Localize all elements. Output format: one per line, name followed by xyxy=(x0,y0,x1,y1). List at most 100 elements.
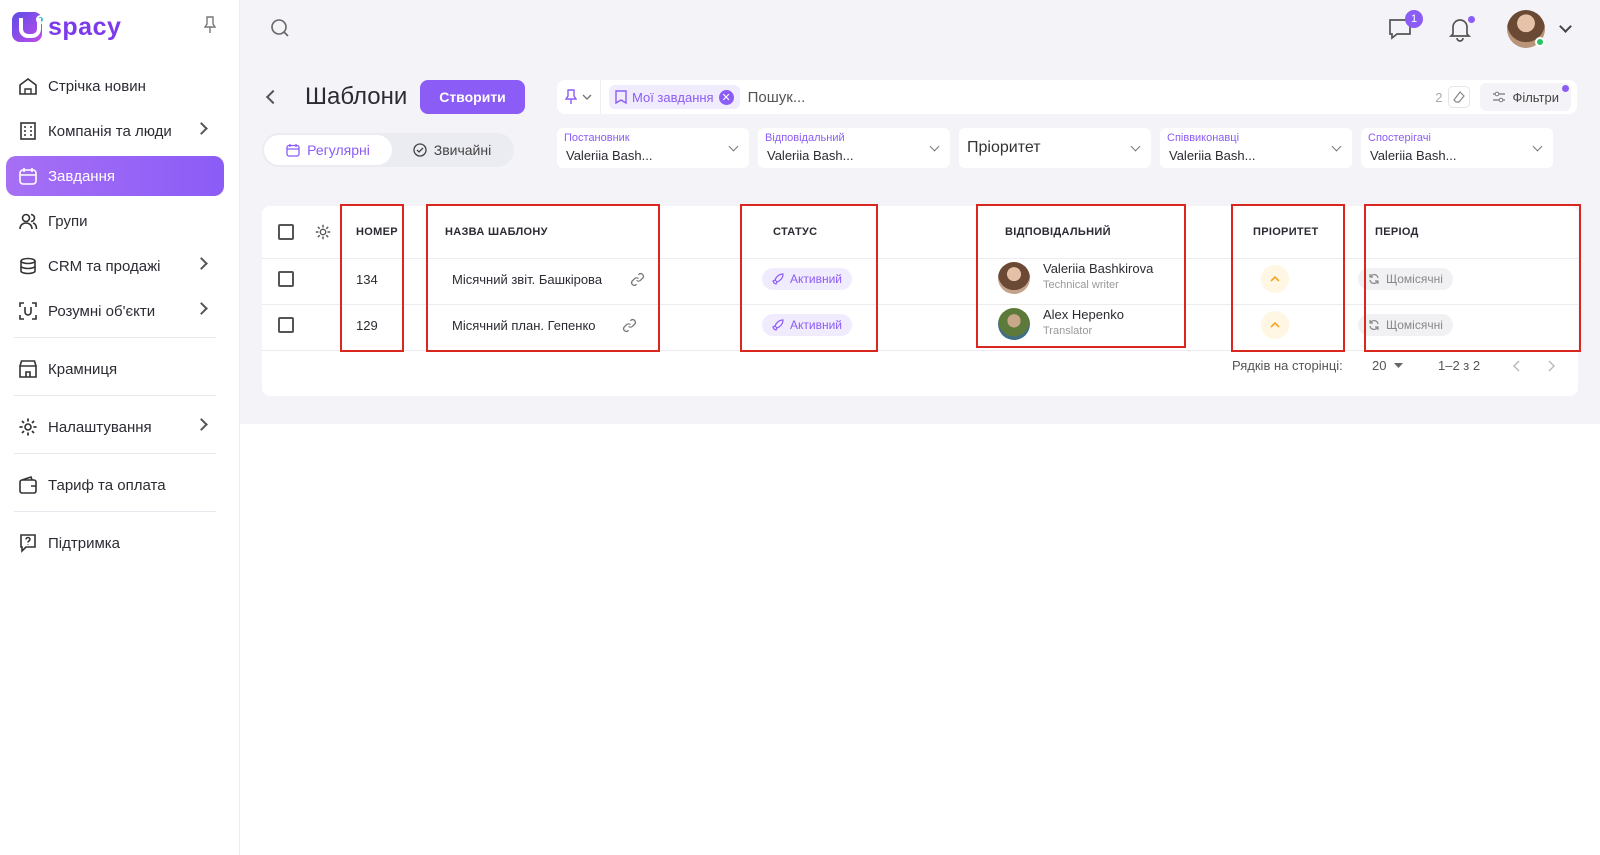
avatar[interactable] xyxy=(998,308,1030,340)
database-icon xyxy=(18,256,38,276)
coexecutors-dropdown[interactable]: Співвиконавці Valeriia Bash... xyxy=(1160,128,1352,168)
avatar[interactable] xyxy=(998,262,1030,294)
filters-button[interactable]: Фільтри xyxy=(1480,83,1571,111)
link-icon[interactable] xyxy=(630,272,645,287)
logo[interactable]: spacy xyxy=(12,12,121,42)
sidebar-item-label: Стрічка новин xyxy=(48,77,146,95)
sidebar-item-company[interactable]: Компанія та люди xyxy=(6,111,224,151)
chevron-right-icon[interactable] xyxy=(1548,360,1556,372)
tab-label: Звичайні xyxy=(433,142,492,158)
link-icon[interactable] xyxy=(622,318,637,333)
create-button[interactable]: Створити xyxy=(420,80,525,114)
rows-per-page-select[interactable]: 20 xyxy=(1372,358,1404,373)
sidebar-item-label: Крамниця xyxy=(48,360,118,378)
row-checkbox[interactable] xyxy=(278,271,294,287)
period-badge: Щомісячні xyxy=(1358,314,1453,336)
smart-object-icon xyxy=(18,301,38,321)
chevron-right-icon xyxy=(195,418,208,431)
messages-badge: 1 xyxy=(1405,10,1423,28)
sidebar-nav: Стрічка новин Компанія та люди Завдання … xyxy=(6,66,224,568)
sidebar-item-label: Групи xyxy=(48,212,88,230)
dropdown-label: Спостерігачі xyxy=(1368,132,1431,144)
sidebar-item-settings[interactable]: Налаштування xyxy=(6,407,224,447)
rocket-icon xyxy=(772,273,784,285)
observers-dropdown[interactable]: Спостерігачі Valeriia Bash... xyxy=(1361,128,1553,168)
template-name[interactable]: Місячний план. Гепенко xyxy=(452,318,596,333)
chevron-down-icon xyxy=(1532,141,1543,152)
dropdown-label: Постановник xyxy=(564,132,630,144)
help-icon xyxy=(18,533,38,553)
status-text: Активний xyxy=(790,318,842,332)
column-header-name[interactable]: НАЗВА ШАБЛОНУ xyxy=(445,206,548,258)
tab-regular[interactable]: Регулярні xyxy=(264,135,392,165)
period-text: Щомісячні xyxy=(1386,318,1443,332)
column-header-number[interactable]: НОМЕР xyxy=(356,206,398,258)
chevron-down-icon[interactable] xyxy=(1559,19,1572,33)
rocket-icon xyxy=(772,319,784,331)
gear-icon xyxy=(18,417,38,437)
refresh-icon xyxy=(1369,274,1379,284)
sidebar-item-groups[interactable]: Групи xyxy=(6,201,224,241)
pin-icon[interactable] xyxy=(203,16,217,34)
filter-chip[interactable]: Мої завдання ✕ xyxy=(609,85,740,109)
dropdown-label: Відповідальний xyxy=(765,132,845,144)
dropdown-placeholder: Пріоритет xyxy=(967,139,1041,156)
close-icon[interactable]: ✕ xyxy=(718,89,734,105)
notifications-button[interactable] xyxy=(1447,16,1475,42)
column-divider xyxy=(1344,223,1345,241)
sidebar-item-tasks[interactable]: Завдання xyxy=(6,156,224,196)
users-icon xyxy=(18,211,38,231)
status-badge: Активний xyxy=(762,268,852,290)
sidebar-item-crm[interactable]: CRM та продажі xyxy=(6,246,224,286)
priority-indicator xyxy=(1261,311,1289,339)
column-header-priority[interactable]: ПРІОРИТЕТ xyxy=(1253,206,1319,258)
template-name[interactable]: Місячний звіт. Башкірова xyxy=(452,272,602,287)
divider xyxy=(14,337,216,338)
sidebar-item-smart-objects[interactable]: Розумні об'єкти xyxy=(6,291,224,331)
sidebar-item-store[interactable]: Крамниця xyxy=(6,349,224,389)
column-header-status[interactable]: СТАТУС xyxy=(773,206,817,258)
rows-per-page-value: 20 xyxy=(1372,358,1387,373)
sidebar-item-billing[interactable]: Тариф та оплата xyxy=(6,465,224,505)
responsible-person[interactable]: Alex Hepenko Translator xyxy=(1043,307,1124,337)
column-header-responsible[interactable]: ВІДПОВІДАЛЬНИЙ xyxy=(1005,206,1111,258)
eraser-icon[interactable] xyxy=(1448,86,1471,108)
user-avatar[interactable] xyxy=(1507,10,1545,48)
chevron-up-icon xyxy=(1270,322,1280,328)
dropdown-value: Valeriia Bash... xyxy=(1169,148,1256,163)
refresh-icon xyxy=(1369,320,1379,330)
person-role: Technical writer xyxy=(1043,279,1119,291)
search-input[interactable] xyxy=(747,88,1436,106)
responsible-dropdown[interactable]: Відповідальний Valeriia Bash... xyxy=(758,128,950,168)
templates-table: НОМЕР НАЗВА ШАБЛОНУ СТАТУС ВІДПОВІДАЛЬНИ… xyxy=(262,206,1578,396)
gear-icon[interactable] xyxy=(314,223,332,241)
chevron-left-icon[interactable] xyxy=(1512,360,1520,372)
tab-label: Регулярні xyxy=(307,142,370,158)
search-icon[interactable] xyxy=(270,18,290,38)
dropdown-label: Співвиконавці xyxy=(1167,132,1240,144)
divider xyxy=(14,453,216,454)
tab-normal[interactable]: Звичайні xyxy=(392,135,512,165)
messages-button[interactable]: 1 xyxy=(1387,10,1423,42)
chevron-right-icon xyxy=(195,302,208,315)
responsible-person[interactable]: Valeriia Bashkirova Technical writer xyxy=(1043,261,1153,291)
row-checkbox[interactable] xyxy=(278,317,294,333)
main-area: 1 Шаблони Створити Мої завдання ✕ 2 Фі xyxy=(240,0,1600,855)
sidebar-item-label: Завдання xyxy=(48,167,115,185)
sidebar-item-news[interactable]: Стрічка новин xyxy=(6,66,224,106)
logo-text: spacy xyxy=(48,12,122,41)
pagination-range: 1–2 з 2 xyxy=(1438,358,1481,373)
person-role: Translator xyxy=(1043,325,1093,337)
select-all-checkbox[interactable] xyxy=(278,224,294,240)
filter-count: 2 xyxy=(1435,89,1443,105)
pin-icon xyxy=(565,89,577,104)
check-circle-icon xyxy=(413,143,427,157)
sidebar-item-support[interactable]: Підтримка xyxy=(6,523,224,563)
column-header-period[interactable]: ПЕРІОД xyxy=(1375,206,1419,258)
divider xyxy=(14,511,216,512)
priority-dropdown[interactable]: Пріоритет xyxy=(959,128,1151,168)
divider xyxy=(14,395,216,396)
pin-dropdown[interactable] xyxy=(557,80,601,114)
author-dropdown[interactable]: Постановник Valeriia Bash... xyxy=(557,128,749,168)
sidebar-item-label: CRM та продажі xyxy=(48,257,161,275)
